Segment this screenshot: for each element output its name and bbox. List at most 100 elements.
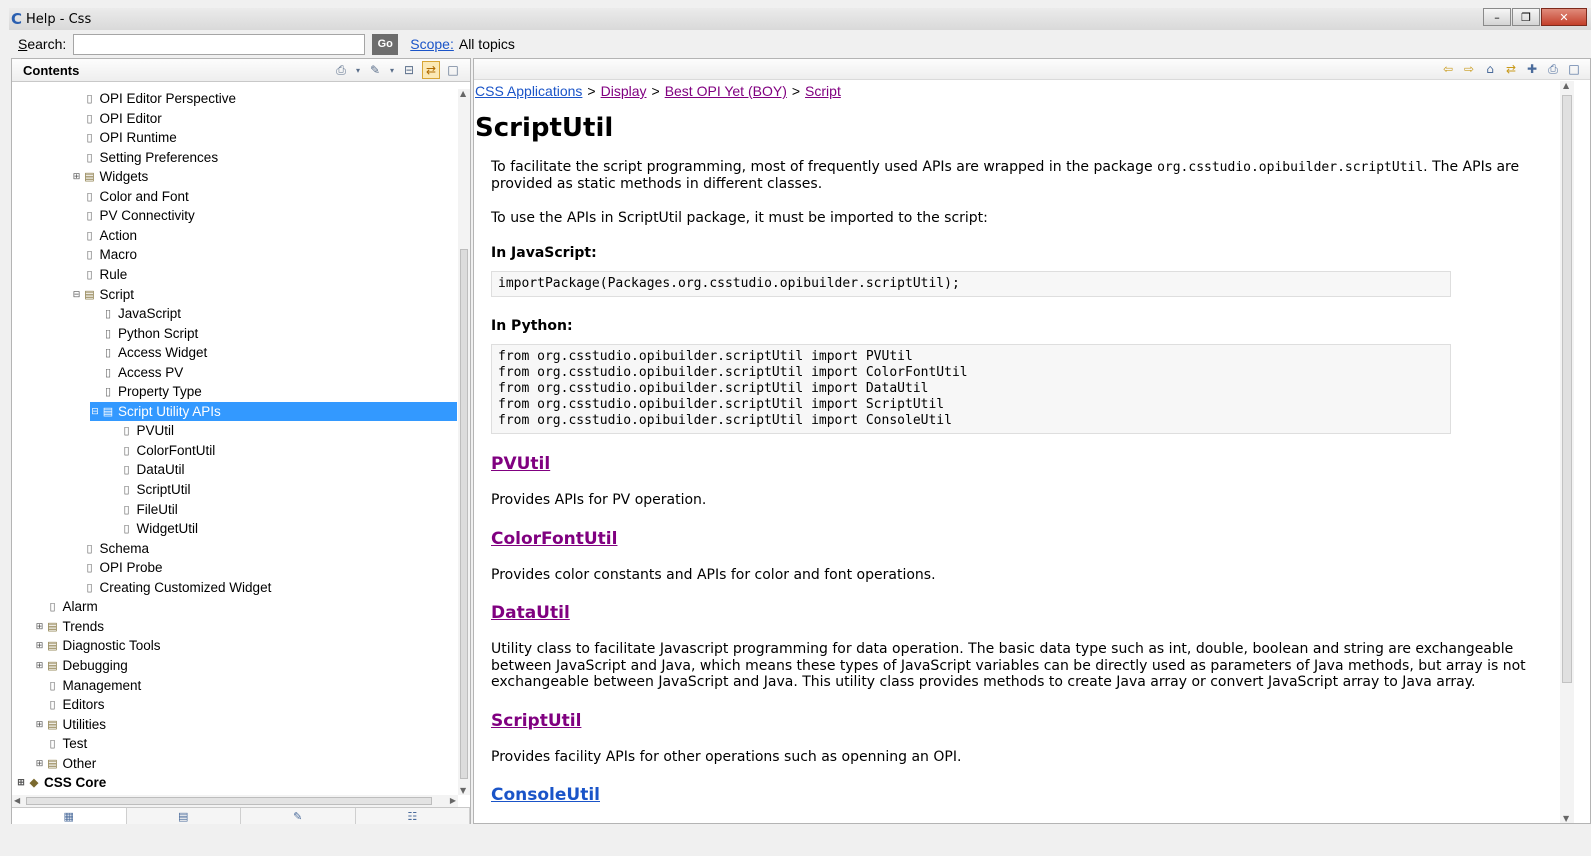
print-icon[interactable]: ⎙ bbox=[1545, 62, 1561, 77]
tree-item-label: Action bbox=[99, 227, 138, 243]
tree-item[interactable]: ▯ OPI Editor bbox=[72, 109, 161, 128]
tree-item[interactable]: ▯ FileUtil bbox=[109, 500, 177, 519]
breadcrumb-link[interactable]: Display bbox=[601, 83, 647, 99]
book-icon: ▤ bbox=[47, 640, 58, 653]
page-icon: ▯ bbox=[104, 347, 112, 360]
dropdown-icon[interactable]: ▾ bbox=[388, 61, 396, 79]
scroll-right-icon[interactable]: ▶ bbox=[450, 796, 456, 805]
link-with-editor-icon[interactable]: ⇄ bbox=[422, 61, 440, 79]
api-link[interactable]: ColorFontUtil bbox=[491, 529, 1559, 549]
tree-item[interactable]: ▯ Rule bbox=[72, 265, 127, 284]
tree-item[interactable]: ⊞ ▤ Diagnostic Tools bbox=[35, 636, 161, 655]
tree-item[interactable]: ▯ PVUtil bbox=[109, 421, 174, 440]
tree-item[interactable]: ▯ Property Type bbox=[90, 382, 202, 401]
scope-link[interactable]: Scope: bbox=[410, 36, 454, 52]
expand-icon[interactable]: ⊞ bbox=[35, 621, 45, 632]
api-list: PVUtil Provides APIs for PV operation. Col… bbox=[475, 454, 1559, 805]
close-button[interactable]: ✕ bbox=[1541, 8, 1587, 26]
tree-item[interactable]: ▯ Access Widget bbox=[90, 343, 207, 362]
tree-item[interactable]: ⊟ ▤ Script Utility APIs bbox=[90, 401, 457, 421]
tree-item[interactable]: ▯ Management bbox=[35, 676, 141, 695]
tree-item[interactable]: ⊞ ▤ Debugging bbox=[35, 656, 128, 675]
breadcrumb-separator: > bbox=[587, 83, 596, 99]
tree-item[interactable]: ▯ OPI Probe bbox=[72, 558, 162, 577]
expand-icon[interactable]: ⊞ bbox=[72, 171, 82, 182]
tree-item[interactable]: ▯ Alarm bbox=[35, 597, 97, 616]
expand-icon[interactable]: ⊞ bbox=[35, 758, 45, 769]
tree-item[interactable]: ▯ Access PV bbox=[90, 363, 183, 382]
contents-vertical-scrollbar[interactable]: ▲ ▼ bbox=[458, 89, 470, 795]
expand-icon[interactable]: ⊞ bbox=[35, 640, 45, 651]
tree-item-label: Macro bbox=[99, 247, 138, 263]
breadcrumb-link[interactable]: Best OPI Yet (BOY) bbox=[665, 83, 787, 99]
tree-item[interactable]: ⊞ ▤ Widgets bbox=[72, 167, 149, 186]
tree-item[interactable]: ▯ DataUtil bbox=[109, 460, 185, 479]
index-tab-icon[interactable]: ▤ bbox=[127, 808, 241, 824]
collapse-icon[interactable]: ⊟ bbox=[72, 289, 82, 300]
tree-item[interactable]: ▯ Creating Customized Widget bbox=[72, 578, 271, 597]
home-icon[interactable]: ⌂ bbox=[1482, 62, 1498, 76]
search-results-tab-icon[interactable]: ✎ bbox=[241, 808, 356, 824]
contents-tab-icon[interactable]: ▦ bbox=[12, 808, 127, 824]
collapse-all-icon[interactable]: ⊟ bbox=[400, 61, 418, 79]
show-in-toc-icon[interactable]: ⇄ bbox=[1503, 62, 1519, 76]
bookmark-icon[interactable]: ✚ bbox=[1524, 62, 1540, 76]
api-link[interactable]: DataUtil bbox=[491, 603, 1559, 623]
tree-item[interactable]: ▯ Schema bbox=[72, 539, 149, 558]
tree-item[interactable]: ▯ OPI Editor Perspective bbox=[72, 89, 236, 108]
tree-item[interactable]: ▯ PV Connectivity bbox=[72, 206, 194, 225]
scrollbar-thumb[interactable] bbox=[1562, 95, 1572, 683]
api-link[interactable]: PVUtil bbox=[491, 454, 1559, 474]
scroll-up-icon[interactable]: ▲ bbox=[1563, 81, 1569, 90]
go-button[interactable]: Go bbox=[372, 33, 399, 55]
tree-item[interactable]: ▯ Python Script bbox=[90, 324, 198, 343]
scroll-left-icon[interactable]: ◀ bbox=[14, 796, 20, 805]
scroll-down-icon[interactable]: ▼ bbox=[1563, 814, 1569, 823]
page-icon: ▯ bbox=[86, 229, 93, 242]
bookmarks-tab-icon[interactable]: ☷ bbox=[356, 808, 470, 824]
tree-item[interactable]: ▯ ColorFontUtil bbox=[109, 441, 215, 460]
maximize-icon[interactable]: □ bbox=[1566, 62, 1582, 76]
expand-icon[interactable]: ⊞ bbox=[35, 719, 45, 730]
tree-item[interactable]: ▯ Editors bbox=[35, 695, 104, 714]
tree-item[interactable]: ▯ Setting Preferences bbox=[72, 148, 218, 167]
scrollbar-thumb[interactable] bbox=[460, 249, 468, 779]
collapse-icon[interactable]: ⊟ bbox=[90, 406, 100, 417]
tree-item[interactable]: ⊞ ▤ Other bbox=[35, 754, 97, 773]
tree-item[interactable]: ▯ ScriptUtil bbox=[109, 480, 190, 499]
maximize-button[interactable]: ❐ bbox=[1512, 8, 1540, 26]
api-link[interactable]: ConsoleUtil bbox=[491, 785, 1559, 805]
tree-item[interactable]: ▯ Test bbox=[35, 734, 87, 753]
maximize-icon[interactable]: □ bbox=[444, 61, 462, 79]
link-icon[interactable]: ✎ bbox=[366, 61, 384, 79]
tree-item[interactable]: ▯ WidgetUtil bbox=[109, 519, 198, 538]
tree-item[interactable]: ▯ Color and Font bbox=[72, 187, 188, 206]
forward-icon[interactable]: ⇨ bbox=[1461, 62, 1477, 76]
tree-item[interactable]: ⊞ ▤ Trends bbox=[35, 617, 104, 636]
print-icon[interactable]: ⎙ bbox=[332, 61, 350, 79]
tree-item[interactable]: ▯ Action bbox=[72, 226, 138, 245]
tree-item[interactable]: ⊞ ◆ CSS Core bbox=[16, 773, 106, 792]
breadcrumb-link[interactable]: Script bbox=[805, 83, 841, 99]
scrollbar-thumb[interactable] bbox=[26, 797, 432, 805]
scroll-up-icon[interactable]: ▲ bbox=[460, 89, 466, 98]
expand-icon[interactable]: ⊞ bbox=[35, 660, 45, 671]
dropdown-icon[interactable]: ▾ bbox=[354, 61, 362, 79]
tree-item-label: DataUtil bbox=[136, 462, 185, 478]
page-icon: ▯ bbox=[86, 132, 93, 145]
content-vertical-scrollbar[interactable]: ▲ ▼ bbox=[1560, 81, 1574, 823]
search-input[interactable] bbox=[73, 33, 366, 55]
book-icon: ▤ bbox=[84, 171, 95, 184]
tree-item[interactable]: ▯ Macro bbox=[72, 245, 138, 264]
expand-icon[interactable]: ⊞ bbox=[16, 777, 26, 788]
api-link[interactable]: ScriptUtil bbox=[491, 711, 1559, 731]
tree-item[interactable]: ⊟ ▤ Script bbox=[72, 285, 134, 304]
tree-item[interactable]: ▯ JavaScript bbox=[90, 304, 181, 323]
tree-item[interactable]: ⊞ ▤ Utilities bbox=[35, 715, 106, 734]
scroll-down-icon[interactable]: ▼ bbox=[460, 786, 466, 795]
minimize-button[interactable]: – bbox=[1483, 8, 1511, 26]
breadcrumb-link[interactable]: CSS Applications bbox=[475, 83, 582, 99]
back-icon[interactable]: ⇦ bbox=[1440, 62, 1456, 76]
tree-item[interactable]: ▯ OPI Runtime bbox=[72, 128, 176, 147]
contents-horizontal-scrollbar[interactable]: ◀ ▶ bbox=[12, 795, 458, 807]
